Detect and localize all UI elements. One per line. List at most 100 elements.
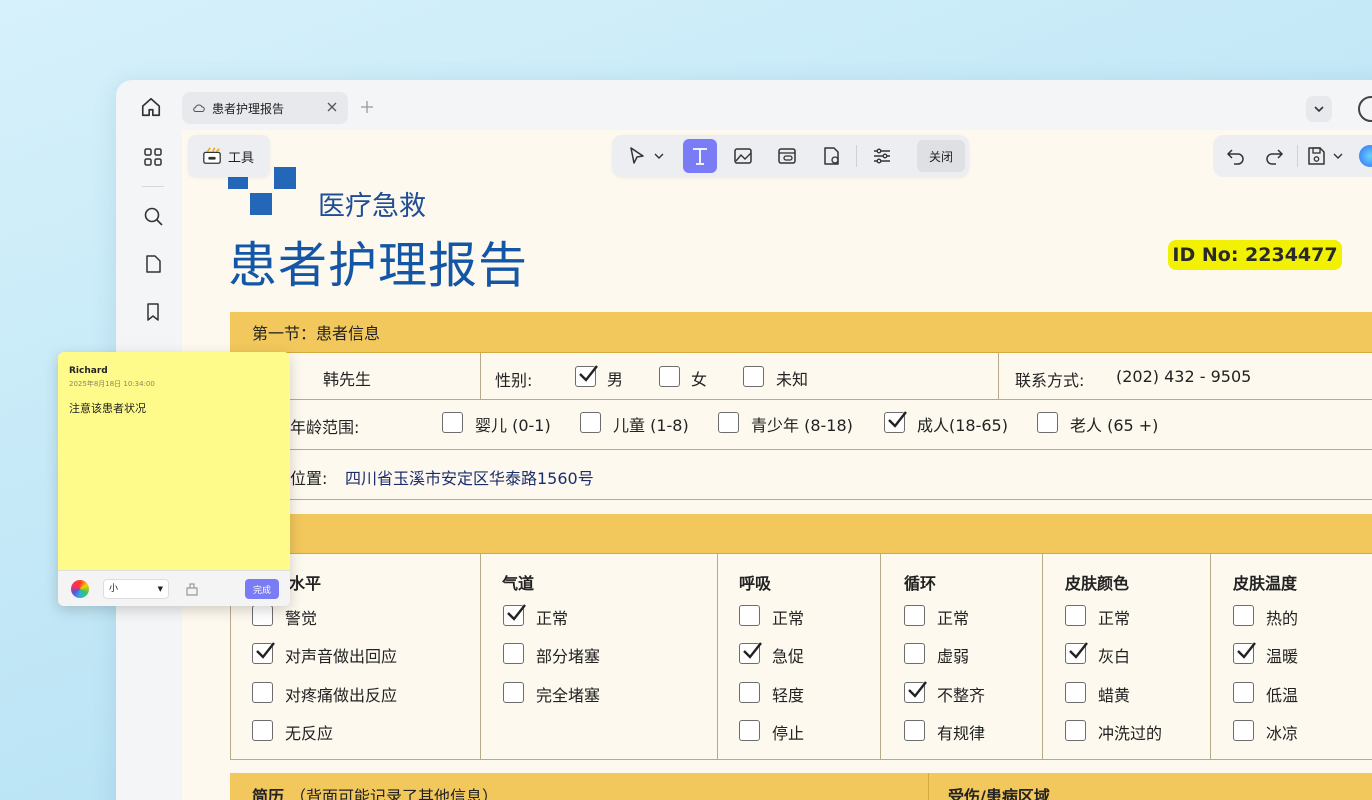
age-checkbox[interactable] bbox=[1037, 412, 1058, 433]
select-tool-button[interactable] bbox=[622, 142, 668, 170]
bookmark-icon[interactable] bbox=[142, 301, 164, 323]
page-title: 患者护理报告 bbox=[228, 237, 529, 294]
close-icon[interactable] bbox=[326, 101, 338, 113]
contact-value[interactable]: (202) 432 - 9505 bbox=[1116, 367, 1251, 386]
tab-bar: 患者护理报告 bbox=[116, 80, 1372, 132]
checkbox[interactable] bbox=[904, 681, 927, 703]
eraser-icon[interactable] bbox=[184, 581, 200, 597]
link-tool-button[interactable] bbox=[773, 142, 801, 170]
checkbox[interactable] bbox=[252, 642, 275, 664]
column-header: 皮肤温度 bbox=[1233, 574, 1298, 593]
age-option-label: 儿童 (1-8) bbox=[613, 416, 689, 435]
checkbox[interactable] bbox=[1233, 682, 1254, 703]
cell-divider bbox=[928, 773, 929, 800]
gender-checkbox-male[interactable] bbox=[575, 365, 598, 387]
checkbox[interactable] bbox=[1065, 605, 1086, 626]
gender-checkbox-unknown[interactable] bbox=[743, 366, 764, 387]
age-checkbox[interactable] bbox=[580, 412, 601, 433]
checkbox[interactable] bbox=[904, 643, 925, 664]
checkbox[interactable] bbox=[1065, 720, 1086, 741]
tab-title: 患者护理报告 bbox=[212, 101, 285, 116]
cell-divider bbox=[998, 353, 999, 399]
option-label: 蜡黄 bbox=[1098, 686, 1131, 705]
checkbox[interactable] bbox=[252, 605, 273, 626]
checkbox[interactable] bbox=[1065, 642, 1088, 664]
text-tool-button[interactable] bbox=[683, 139, 717, 173]
cell-divider bbox=[717, 554, 718, 759]
option-label: 虚弱 bbox=[937, 647, 970, 666]
tab-document[interactable]: 患者护理报告 bbox=[182, 92, 348, 124]
sidebar-divider bbox=[142, 186, 164, 187]
option-label: 对声音做出回应 bbox=[285, 647, 398, 666]
option-label: 冲洗过的 bbox=[1098, 724, 1163, 743]
home-icon[interactable] bbox=[140, 96, 162, 118]
option-label: 温暖 bbox=[1266, 647, 1299, 666]
checkbox[interactable] bbox=[1233, 605, 1254, 626]
font-size-select[interactable]: 小 ▼ bbox=[103, 579, 169, 599]
undo-icon[interactable] bbox=[1225, 145, 1247, 167]
cell-divider bbox=[880, 554, 881, 759]
window-menu-button[interactable] bbox=[1306, 96, 1332, 122]
checkbox[interactable] bbox=[252, 720, 273, 741]
location-value[interactable]: 四川省玉溪市安定区华泰路1560号 bbox=[345, 465, 594, 489]
search-icon[interactable] bbox=[142, 205, 164, 227]
option-label: 正常 bbox=[937, 609, 970, 628]
font-size-value: 小 bbox=[109, 584, 119, 594]
checkbox[interactable] bbox=[904, 605, 925, 626]
checkbox[interactable] bbox=[739, 720, 760, 741]
gender-checkbox-female[interactable] bbox=[659, 366, 680, 387]
redo-icon[interactable] bbox=[1263, 145, 1285, 167]
option-label: 低温 bbox=[1266, 686, 1299, 705]
sticky-note[interactable]: Richard 2025年8月18日 10:34:00 注意该患者状况 小 ▼ 完… bbox=[58, 352, 290, 606]
stamp-tool-button[interactable] bbox=[817, 142, 845, 170]
assessment-grid: 水平 警觉 对声音做出回应 对疼痛做出反应 无反应 气道 正常 部分堵塞 完全堵… bbox=[230, 554, 1372, 760]
image-tool-button[interactable] bbox=[729, 142, 757, 170]
injury-label: 受伤/患病区域 bbox=[948, 787, 1050, 800]
assistant-icon[interactable] bbox=[1359, 145, 1372, 167]
checkbox[interactable] bbox=[1233, 720, 1254, 741]
checkbox[interactable] bbox=[503, 682, 524, 703]
age-checkbox[interactable] bbox=[718, 412, 739, 433]
checkbox[interactable] bbox=[739, 605, 760, 626]
checkbox[interactable] bbox=[503, 604, 526, 626]
section1-header: 第一节：患者信息 bbox=[230, 312, 1372, 353]
toolbox-icon bbox=[203, 147, 221, 164]
note-timestamp: 2025年8月18日 10:34:00 bbox=[69, 380, 155, 388]
page-icon[interactable] bbox=[142, 253, 164, 275]
checkbox[interactable] bbox=[503, 643, 524, 664]
option-label: 警觉 bbox=[285, 609, 318, 628]
option-label: 完全堵塞 bbox=[536, 686, 601, 705]
grid-icon[interactable] bbox=[142, 146, 164, 168]
column-header: 皮肤颜色 bbox=[1065, 574, 1130, 593]
section3-header: 简历 （背面可能记录了其他信息） 受伤/患病区域 bbox=[230, 773, 1372, 800]
color-picker[interactable] bbox=[71, 580, 89, 598]
option-label: 正常 bbox=[772, 609, 805, 628]
checkbox[interactable] bbox=[739, 682, 760, 703]
stamp-icon bbox=[824, 147, 839, 165]
tools-button[interactable]: 工具 bbox=[188, 135, 270, 177]
checkbox[interactable] bbox=[904, 720, 925, 741]
checkbox[interactable] bbox=[252, 682, 273, 703]
patient-name[interactable]: 韩先生 bbox=[323, 366, 371, 390]
option-label: 无反应 bbox=[285, 724, 334, 743]
close-toolbar-button[interactable]: 关闭 bbox=[917, 140, 965, 172]
settings-tool-button[interactable] bbox=[868, 142, 896, 170]
done-button[interactable]: 完成 bbox=[245, 579, 279, 599]
link-icon bbox=[778, 148, 796, 164]
org-name: 医疗急救 bbox=[318, 191, 426, 222]
plus-icon[interactable] bbox=[360, 100, 374, 114]
option-label: 轻度 bbox=[772, 686, 805, 705]
account-button[interactable] bbox=[1358, 96, 1372, 122]
column-header: 气道 bbox=[502, 574, 535, 593]
age-checkbox[interactable] bbox=[442, 412, 463, 433]
column-header: 循环 bbox=[904, 574, 937, 593]
sliders-icon bbox=[874, 148, 890, 164]
option-label: 有规律 bbox=[937, 724, 986, 743]
save-icon[interactable] bbox=[1305, 145, 1345, 167]
checkbox[interactable] bbox=[1065, 682, 1086, 703]
checkbox[interactable] bbox=[739, 642, 762, 664]
chevron-down-icon bbox=[1314, 106, 1324, 113]
age-checkbox[interactable] bbox=[884, 411, 907, 433]
checkbox[interactable] bbox=[1233, 642, 1256, 664]
note-body[interactable]: 注意该患者状况 bbox=[69, 400, 146, 416]
